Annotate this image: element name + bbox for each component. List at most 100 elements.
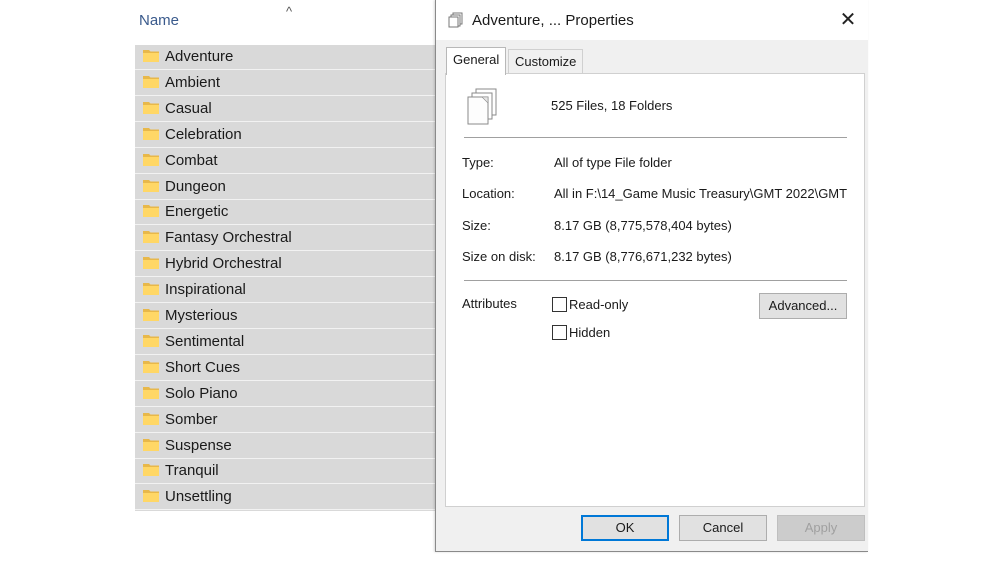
folder-icon <box>143 231 159 244</box>
folder-icon <box>143 386 159 399</box>
folder-list: Adventure Ambient Casual Celebration Combat D… <box>135 45 435 511</box>
divider <box>464 280 847 281</box>
folder-icon <box>143 360 159 373</box>
row-separator <box>135 94 435 96</box>
row-separator <box>135 250 435 252</box>
location-value[interactable]: All in F:\14_Game Music Treasury\GMT 202… <box>554 186 850 201</box>
folder-name: Energetic <box>165 203 229 221</box>
folder-name: Fantasy Orchestral <box>165 229 292 247</box>
row-separator <box>135 405 435 407</box>
multiple-files-icon <box>448 12 463 28</box>
folder-icon <box>143 75 159 88</box>
folder-icon <box>143 283 159 296</box>
folder-name: Inspirational <box>165 281 246 299</box>
row-separator <box>135 431 435 433</box>
folder-row[interactable]: Celebration <box>135 123 435 148</box>
folder-row[interactable]: Short Cues <box>135 356 435 381</box>
dialog-title: Adventure, ... Properties <box>472 12 634 29</box>
tab-general[interactable]: General <box>446 47 507 75</box>
folder-row[interactable]: Adventure <box>135 45 435 70</box>
folder-name: Short Cues <box>165 358 241 376</box>
general-tab-panel: 525 Files, 18 Folders Type: All of type … <box>445 73 865 507</box>
folder-icon <box>143 464 159 477</box>
folder-row[interactable]: Suspense <box>135 434 435 459</box>
folder-row[interactable]: Solo Piano <box>135 382 435 407</box>
ok-button[interactable]: OK <box>581 515 669 541</box>
sort-ascending-icon: ^ <box>286 4 293 19</box>
folder-row[interactable]: Hybrid Orchestral <box>135 252 435 278</box>
row-separator <box>135 379 435 381</box>
row-separator <box>135 276 435 278</box>
folder-icon <box>143 257 159 270</box>
readonly-label[interactable]: Read-only <box>569 297 628 312</box>
folder-name: Hybrid Orchestral <box>165 255 282 273</box>
folder-icon <box>143 101 159 114</box>
folder-name: Somber <box>165 410 218 428</box>
folder-row[interactable]: Energetic <box>135 200 435 226</box>
cancel-button[interactable]: Cancel <box>679 515 767 541</box>
size-on-disk-value: 8.17 GB (8,776,671,232 bytes) <box>554 249 732 264</box>
row-separator <box>135 69 435 70</box>
row-separator <box>135 353 435 355</box>
folder-name: Adventure <box>165 48 234 65</box>
folder-icon <box>143 153 159 166</box>
folder-name: Solo Piano <box>165 384 238 402</box>
location-label: Location: <box>462 186 515 201</box>
row-separator <box>135 198 435 200</box>
folder-name: Tranquil <box>165 462 219 480</box>
folder-name: Combat <box>165 151 218 169</box>
size-on-disk-label: Size on disk: <box>462 249 536 264</box>
folder-row[interactable]: Sentimental <box>135 330 435 355</box>
close-icon[interactable]: ✕ <box>828 0 868 40</box>
hidden-label[interactable]: Hidden <box>569 325 610 340</box>
folder-name: Unsettling <box>165 488 232 506</box>
row-separator <box>135 172 435 174</box>
folder-icon <box>143 438 159 451</box>
file-count-summary: 525 Files, 18 Folders <box>551 98 673 113</box>
type-value: All of type File folder <box>554 155 672 170</box>
row-separator <box>135 457 435 459</box>
folder-row[interactable]: Tranquil <box>135 459 435 485</box>
advanced-button[interactable]: Advanced... <box>759 293 847 319</box>
folder-row[interactable]: Unsettling <box>135 485 435 511</box>
hidden-checkbox[interactable] <box>552 325 567 340</box>
row-separator <box>135 483 435 485</box>
divider <box>464 137 847 138</box>
row-separator <box>135 224 435 226</box>
multiple-files-icon <box>467 88 497 125</box>
row-separator <box>135 302 435 304</box>
folder-row[interactable]: Somber <box>135 408 435 433</box>
dialog-titlebar[interactable]: Adventure, ... Properties ✕ <box>436 0 868 40</box>
folder-name: Casual <box>165 99 212 117</box>
row-separator <box>135 328 435 329</box>
folder-row[interactable]: Fantasy Orchestral <box>135 226 435 252</box>
folder-row[interactable]: Dungeon <box>135 175 435 200</box>
size-label: Size: <box>462 218 491 233</box>
folder-name: Mysterious <box>165 307 238 324</box>
folder-row[interactable]: Mysterious <box>135 304 435 329</box>
name-column-header[interactable]: Name <box>139 12 179 29</box>
attributes-label: Attributes <box>462 296 517 311</box>
folder-icon <box>143 334 159 347</box>
tab-customize[interactable]: Customize <box>508 49 584 74</box>
folder-icon <box>143 205 159 218</box>
folder-row[interactable]: Inspirational <box>135 278 435 304</box>
folder-icon <box>143 127 159 140</box>
folder-name: Celebration <box>165 125 242 143</box>
folder-row[interactable]: Ambient <box>135 71 435 96</box>
row-separator <box>135 120 435 122</box>
folder-icon <box>143 490 159 503</box>
folder-row[interactable]: Combat <box>135 149 435 174</box>
folder-icon <box>143 309 159 321</box>
row-separator <box>135 146 435 148</box>
folder-icon <box>143 50 159 62</box>
folder-name: Ambient <box>165 73 221 91</box>
row-separator <box>135 509 435 511</box>
apply-button[interactable]: Apply <box>777 515 865 541</box>
type-label: Type: <box>462 155 494 170</box>
readonly-checkbox[interactable] <box>552 297 567 312</box>
size-value: 8.17 GB (8,775,578,404 bytes) <box>554 218 732 233</box>
folder-name: Dungeon <box>165 177 226 195</box>
properties-dialog: Adventure, ... Properties ✕ General Cust… <box>435 0 868 552</box>
folder-row[interactable]: Casual <box>135 97 435 122</box>
